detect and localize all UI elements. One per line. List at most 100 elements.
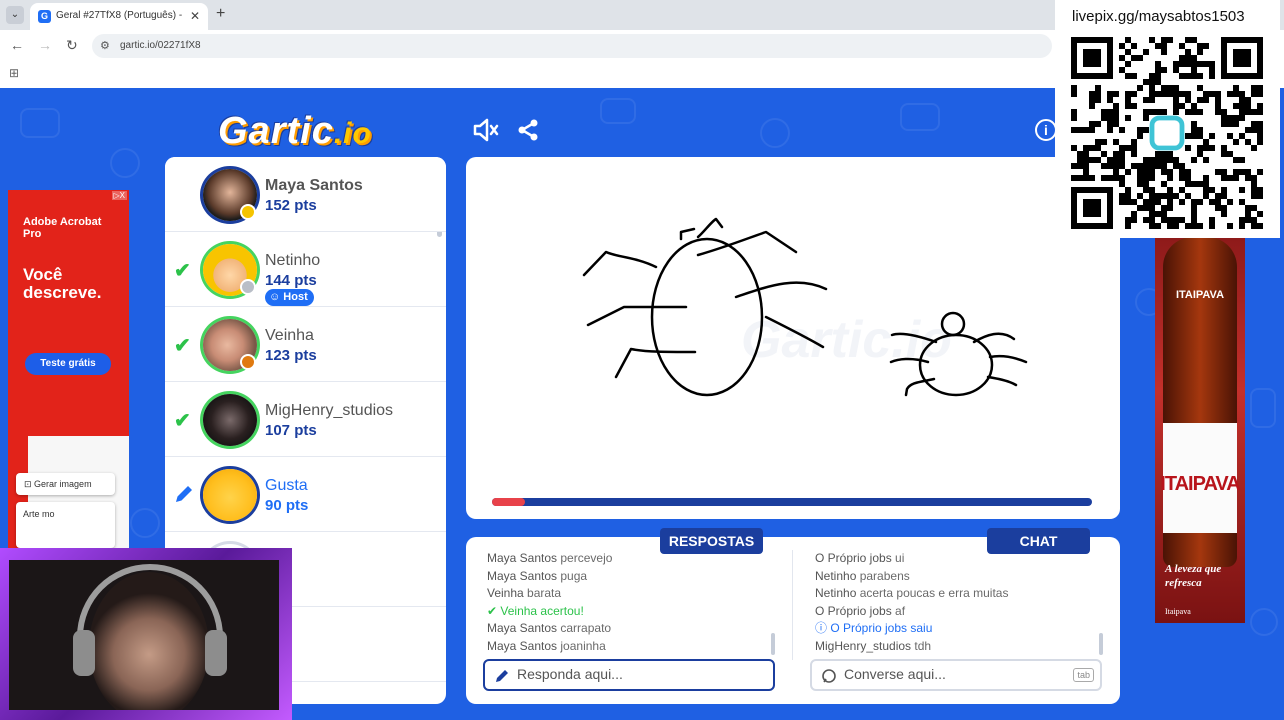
player-row-mighenry-studios[interactable]: ✔ MigHenry_studios 107 pts [165, 382, 446, 457]
ad-headline: Você descreve. [23, 265, 102, 302]
info-icon[interactable]: i [1035, 119, 1057, 141]
ad-brand: Adobe Acrobat Pro [23, 216, 102, 240]
drawing: Gartic.io [582, 217, 1028, 397]
message-row: Netinho acerta poucas e erra muitas [815, 585, 1008, 603]
ad-cta-button[interactable]: Teste grátis [25, 353, 111, 375]
new-tab-button[interactable]: + [216, 5, 225, 23]
chat-input-box[interactable]: tab [810, 659, 1102, 691]
message-text: ui [891, 551, 905, 565]
livepix-overlay: livepix.gg/maysabtos1503 [1055, 0, 1280, 238]
chat-input[interactable] [844, 666, 1074, 682]
message-author: O Próprio jobs [815, 603, 892, 618]
webcam-feed [9, 560, 279, 710]
headset-earcup [205, 630, 227, 676]
message-row: O Próprio jobs ui [815, 550, 1008, 568]
share-icon[interactable] [516, 118, 540, 142]
answers-scrollbar[interactable] [771, 633, 775, 655]
message-row: Maya Santos percevejo [487, 550, 612, 568]
ad-banner-left[interactable]: ▷X Adobe Acrobat Pro Você descreve. Test… [8, 190, 129, 555]
chat-scrollbar[interactable] [1099, 633, 1103, 655]
logo-suffix: .io [333, 117, 372, 150]
qr-code-image [1071, 37, 1263, 229]
player-name: Maya Santos [265, 177, 363, 194]
avatar [200, 391, 260, 449]
message-row: Maya Santos puga [487, 568, 612, 586]
message-row: Maya Santos carrapato [487, 620, 612, 638]
headset-band [77, 564, 223, 674]
host-badge: ☺ Host [265, 289, 314, 306]
ad-brand: ITAIPAVA [1160, 473, 1240, 495]
message-author: Maya Santos [487, 551, 558, 565]
player-points: 123 pts [265, 347, 317, 364]
tab-close-icon[interactable]: ✕ [190, 9, 200, 23]
player-row-maya-santos[interactable]: Maya Santos 152 pts [165, 157, 446, 232]
logo-text: Gartic [218, 110, 334, 152]
apps-icon[interactable]: ⊞ [9, 66, 19, 80]
message-author: Maya Santos [487, 621, 558, 635]
reload-icon[interactable]: ↻ [66, 37, 78, 54]
message-text: puga [557, 568, 588, 583]
message-author: Maya Santos [487, 638, 558, 653]
ad-close-icon[interactable]: ▷X [111, 191, 127, 200]
message-author: Maya Santos [487, 568, 558, 583]
message-text: barata [523, 586, 562, 600]
site-info-icon[interactable]: ⚙ [100, 39, 110, 52]
chat-bubble-icon [822, 669, 836, 683]
player-points: 144 pts [265, 272, 317, 289]
drawing-canvas[interactable]: Gartic.io [466, 157, 1120, 519]
message-row: ✔ Veinha acertou! [487, 603, 612, 621]
webcam-overlay [0, 548, 292, 720]
avatar [200, 466, 260, 524]
guessed-check-icon: ✔ [174, 410, 191, 432]
message-text: carrapato [557, 621, 612, 635]
player-row-veinha[interactable]: ✔ Veinha 123 pts [165, 307, 446, 382]
answer-input[interactable] [517, 666, 747, 682]
player-points: 152 pts [265, 197, 317, 214]
pencil-icon [496, 670, 508, 682]
message-author: ✔ Veinha [487, 603, 538, 618]
answer-input-box[interactable] [483, 659, 775, 691]
message-row: Maya Santos joaninha [487, 638, 612, 656]
tab-list-button[interactable]: ⌄ [6, 6, 24, 24]
message-text: af [891, 603, 906, 618]
message-row: O Próprio jobs af [815, 603, 1008, 621]
message-author: MigHenry_studios [815, 638, 912, 653]
guessed-check-icon: ✔ [174, 335, 191, 357]
gartic-logo[interactable]: Gartic.io [218, 110, 372, 153]
address-bar[interactable]: ⚙ gartic.io/02271fX8 [92, 34, 1052, 58]
drawing-pencil-icon [176, 486, 192, 502]
player-name: Veinha [265, 327, 314, 344]
message-author: Netinho [815, 568, 857, 583]
player-points: 107 pts [265, 422, 317, 439]
sound-muted-icon[interactable] [472, 118, 500, 142]
player-name: Netinho [265, 252, 321, 269]
message-author: ⓘ O Próprio jobs [815, 621, 908, 635]
url-text: gartic.io/02271fX8 [120, 40, 201, 51]
guessed-check-icon: ✔ [174, 260, 191, 282]
back-icon[interactable]: ← [10, 37, 24, 53]
message-author: Netinho [815, 586, 857, 600]
browser-tab[interactable]: G Geral #27TfX8 (Português) - Gar ✕ [30, 3, 208, 30]
forward-icon[interactable]: → [38, 37, 52, 53]
message-row: Veinha barata [487, 585, 612, 603]
livepix-url: livepix.gg/maysabtos1503 [1072, 8, 1245, 25]
answers-label: RESPOSTAS [660, 528, 763, 554]
message-text: percevejo [557, 551, 613, 565]
chat-list: O Próprio jobs ui Netinho parabens Netinho… [815, 550, 1008, 655]
answers-list: Maya Santos percevejo Maya Santos puga Vei… [487, 550, 612, 655]
tab-title: Geral #27TfX8 (Português) - Gar [56, 10, 182, 21]
message-text: acerta poucas e erra muitas [856, 586, 1009, 600]
message-text: parabens [856, 568, 910, 583]
ad-banner-right[interactable]: ITAIPAVA ITAIPAVA A leveza que refresca … [1155, 237, 1245, 623]
message-text: acertou! [537, 603, 584, 618]
ad-gerar-chip: ⊡ Gerar imagem [16, 473, 115, 495]
message-author: Veinha [487, 586, 524, 600]
ad-arte-box: Arte mo [16, 502, 115, 548]
headset-earcup [73, 630, 95, 676]
round-timer-bar [492, 498, 1092, 506]
player-row-gusta[interactable]: Gusta 90 pts [165, 457, 446, 532]
round-timer-fill [492, 498, 525, 506]
player-row-netinho[interactable]: ✔ Netinho 144 pts ☺ Host [165, 232, 446, 307]
message-author: O Próprio jobs [815, 551, 892, 565]
player-name: Gusta [265, 477, 308, 494]
